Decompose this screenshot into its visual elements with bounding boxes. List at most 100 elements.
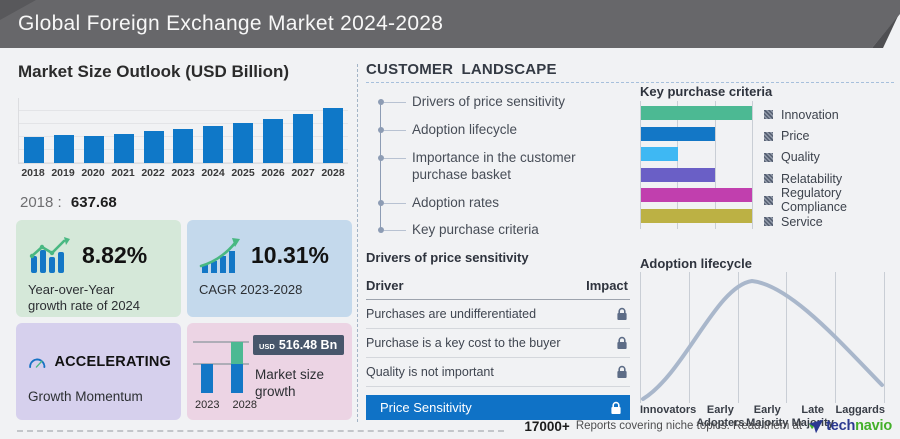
stat-card-cagr: 10.31% CAGR 2023-2028 — [187, 220, 352, 317]
bar-2021 — [111, 134, 137, 163]
key-purchase-criteria-chart — [640, 101, 753, 229]
bar-2019 — [51, 135, 77, 163]
legend-label: Service — [781, 214, 823, 229]
stat-label: Growth Momentum — [28, 389, 143, 404]
stat-card-momentum: ACCELERATING Growth Momentum — [16, 323, 181, 420]
header-bar: Global Foreign Exchange Market 2024-2028 — [0, 0, 900, 48]
mini-chart-year-start: 2023 — [195, 399, 220, 411]
driver-cell: Purchase is a key cost to the buyer — [366, 336, 561, 350]
bar-2026 — [260, 119, 286, 163]
driver-cell: Quality is not important — [366, 365, 494, 379]
bar-2020 — [81, 136, 107, 163]
bar-service — [641, 208, 752, 223]
bar-2025 — [230, 123, 256, 163]
adoption-lifecycle-curve — [641, 278, 884, 401]
bar-2018 — [21, 137, 47, 163]
stat-value: 8.82% — [82, 241, 148, 268]
legend-item: Regulatory Compliance — [764, 186, 900, 214]
x-tick-label: 2022 — [141, 167, 165, 179]
mini-chart-year-end: 2028 — [232, 399, 257, 411]
market-growth-mini-chart — [193, 341, 249, 393]
price-sensitivity-table: Driver Impact Purchases are undifferenti… — [366, 274, 630, 420]
bar-2024 — [200, 126, 226, 163]
legend-label: Price — [781, 129, 810, 144]
page-title: Global Foreign Exchange Market 2024-2028 — [18, 12, 444, 35]
x-tick-label: 2028 — [321, 167, 345, 179]
footer-text: Reports covering niche topics. Read them… — [575, 420, 803, 432]
list-item[interactable]: Adoption rates — [377, 195, 615, 212]
legend-swatch-icon — [764, 131, 773, 141]
bar-chart-plot — [18, 98, 348, 164]
stat-label: Market size growth — [255, 367, 325, 399]
stat-label: CAGR 2023-2028 — [199, 282, 303, 297]
x-tick-label: 2025 — [231, 167, 255, 179]
x-tick-label: 2018 — [21, 167, 45, 179]
infographic-page: Global Foreign Exchange Market 2024-2028… — [0, 0, 900, 439]
x-tick-label: 2019 — [51, 167, 75, 179]
list-item[interactable]: Key purchase criteria — [377, 222, 615, 239]
legend-swatch-icon — [764, 174, 773, 184]
badge-currency: USD — [259, 342, 275, 351]
stat-value: ACCELERATING — [54, 354, 171, 370]
legend-label: Quality — [781, 150, 820, 165]
key-purchase-criteria-title: Key purchase criteria — [640, 84, 773, 99]
speedometer-icon — [29, 358, 46, 368]
x-tick-label: 2027 — [291, 167, 315, 179]
vertical-dashed-divider — [357, 64, 358, 422]
legend-item: Innovation — [764, 104, 900, 125]
customer-landscape-list: Drivers of price sensitivity Adoption lif… — [377, 94, 615, 250]
legend-swatch-icon — [764, 152, 773, 162]
market-size-title: Market Size Outlook (USD Billion) — [18, 62, 290, 81]
reports-count: 17000+ — [524, 418, 570, 434]
badge-value: 516.48 Bn — [278, 338, 338, 352]
brand-navio: navio — [855, 418, 892, 434]
highlight-row-label: Price Sensitivity — [380, 400, 472, 415]
list-item[interactable]: Drivers of price sensitivity — [377, 94, 615, 111]
customer-landscape-title: CUSTOMER LANDSCAPE — [366, 61, 557, 78]
legend-label: Relatability — [781, 171, 843, 186]
legend-item: Price — [764, 125, 900, 146]
market-growth-badge: USD 516.48 Bn — [253, 335, 345, 355]
stat-card-market-growth: USD 516.48 Bn Market size growth 2023 20… — [187, 323, 352, 420]
stat-label-line2: growth rate of 2024 — [28, 298, 141, 314]
bar-innovation — [641, 106, 752, 120]
list-item[interactable]: Adoption lifecycle — [377, 122, 615, 139]
table-row: Quality is not important — [366, 358, 630, 387]
lock-icon — [610, 401, 622, 415]
stat-value: 10.31% — [251, 241, 330, 268]
dashed-underline — [366, 82, 894, 83]
bar-price — [641, 126, 715, 141]
stat-label-line1: Year-over-Year — [28, 282, 115, 297]
price-sensitivity-highlight-row[interactable]: Price Sensitivity — [366, 395, 630, 420]
bar-2027 — [290, 114, 316, 163]
x-tick-label: 2021 — [111, 167, 135, 179]
legend-swatch-icon — [764, 110, 773, 120]
footer: 17000+ Reports covering niche topics. Re… — [524, 418, 892, 434]
bar-chart-x-axis: 2018 2019 2020 2021 2022 2023 2024 2025 2026 2027… — [18, 164, 348, 179]
x-tick-label: 2020 — [81, 167, 105, 179]
legend-label: Regulatory Compliance — [781, 186, 848, 215]
adoption-lifecycle-title: Adoption lifecycle — [640, 256, 752, 271]
x-tick-label: 2023 — [171, 167, 195, 179]
bar-regulatory-compliance — [641, 188, 752, 203]
legend-swatch-icon — [764, 195, 773, 205]
column-header-impact: Impact — [586, 278, 628, 293]
market-size-bar-chart: 2018 2019 2020 2021 2022 2023 2024 2025 2026 2027… — [18, 98, 348, 182]
legend-swatch-icon — [764, 217, 773, 227]
lock-icon — [616, 307, 628, 321]
list-item[interactable]: Importance in the customer purchase bask… — [377, 150, 615, 184]
technavio-logo[interactable]: tech navio — [808, 418, 892, 434]
legend-item: Quality — [764, 147, 900, 168]
footer-dashed-line — [17, 430, 504, 432]
growth-bars-icon — [29, 237, 70, 273]
bar-2023 — [170, 129, 196, 163]
column-header-driver: Driver — [366, 278, 404, 293]
base-year-label: 2018 : — [20, 194, 62, 211]
base-year-value: 2018 : 637.68 — [20, 194, 117, 211]
stat-card-yoy-growth: 8.82% Year-over-Year growth rate of 2024 — [16, 220, 181, 317]
legend-label: Innovation — [781, 107, 839, 122]
brand-tech: tech — [826, 418, 856, 434]
base-year-number: 637.68 — [70, 194, 117, 211]
technavio-arrow-icon — [808, 419, 824, 434]
table-row: Purchases are undifferentiated — [366, 300, 630, 329]
